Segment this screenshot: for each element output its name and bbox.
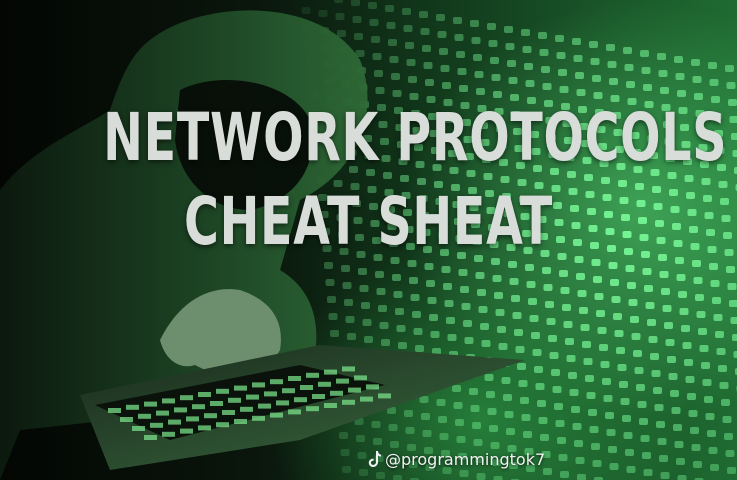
keyboard-key bbox=[138, 413, 151, 419]
keyboard-key bbox=[324, 403, 337, 408]
keyboard-key bbox=[252, 382, 265, 388]
headline-line-1: NETWORK PROTOCOLS bbox=[103, 99, 728, 176]
keyboard-key bbox=[246, 394, 259, 400]
keyboard-key bbox=[270, 412, 283, 418]
keyboard-key bbox=[156, 410, 169, 416]
keyboard-key bbox=[282, 388, 295, 394]
keyboard-key bbox=[366, 384, 379, 390]
keyboard-key bbox=[342, 366, 355, 372]
keyboard-key bbox=[234, 419, 247, 424]
keyboard-key bbox=[342, 399, 355, 405]
tiktok-icon bbox=[368, 450, 382, 468]
keyboard-key bbox=[180, 395, 193, 401]
keyboard-key bbox=[168, 419, 181, 425]
keyboard-key bbox=[216, 388, 229, 394]
keyboard-key bbox=[108, 408, 121, 413]
keyboard-key bbox=[312, 394, 325, 399]
keyboard-key bbox=[126, 404, 139, 410]
keyboard-key bbox=[288, 376, 301, 381]
keyboard-key bbox=[162, 398, 175, 404]
keyboard-key bbox=[378, 393, 391, 399]
keyboard-key bbox=[150, 422, 163, 428]
keyboard-key bbox=[276, 400, 289, 406]
cover-image: NETWORK PROTOCOLS CHEAT SHEAT @programmi… bbox=[0, 0, 737, 480]
keyboard-key bbox=[360, 396, 373, 402]
keyboard-key bbox=[198, 392, 211, 397]
keyboard-key bbox=[192, 404, 205, 410]
keyboard-key bbox=[324, 369, 337, 375]
keyboard-key bbox=[258, 403, 271, 409]
keyboard-key bbox=[336, 378, 349, 384]
keyboard-key bbox=[348, 387, 361, 393]
keyboard-key bbox=[234, 385, 247, 391]
keyboard-key bbox=[270, 379, 283, 385]
keyboard-key bbox=[240, 406, 253, 412]
keyboard-key bbox=[144, 435, 157, 440]
keyboard-key bbox=[162, 431, 175, 437]
keyboard-key bbox=[186, 416, 199, 422]
keyboard-key bbox=[354, 375, 367, 381]
keyboard-key bbox=[120, 417, 133, 422]
keyboard-key bbox=[306, 406, 319, 412]
watermark: @programmingtok7 bbox=[368, 446, 545, 472]
keyboard-key bbox=[264, 391, 277, 397]
keyboard-key bbox=[228, 397, 241, 403]
keyboard-key bbox=[300, 385, 313, 390]
keyboard-key bbox=[132, 426, 145, 431]
keyboard-key bbox=[198, 425, 211, 431]
headline-line-2: CHEAT SHEAT bbox=[183, 183, 554, 260]
keyboard-key bbox=[144, 401, 157, 407]
keyboard-key bbox=[252, 415, 265, 421]
keyboard-key bbox=[318, 381, 331, 387]
keyboard-key bbox=[330, 390, 343, 396]
keyboard-key bbox=[174, 407, 187, 413]
keyboard-key bbox=[288, 409, 301, 415]
keyboard-key bbox=[216, 422, 229, 428]
keyboard-key bbox=[210, 401, 223, 406]
headline: NETWORK PROTOCOLS CHEAT SHEAT bbox=[0, 96, 737, 264]
watermark-handle: @programmingtok7 bbox=[385, 449, 546, 469]
keyboard-key bbox=[180, 428, 193, 434]
keyboard-key bbox=[306, 372, 319, 378]
keyboard-key bbox=[222, 410, 235, 415]
keyboard-key bbox=[294, 397, 307, 403]
keyboard-key bbox=[204, 413, 217, 419]
